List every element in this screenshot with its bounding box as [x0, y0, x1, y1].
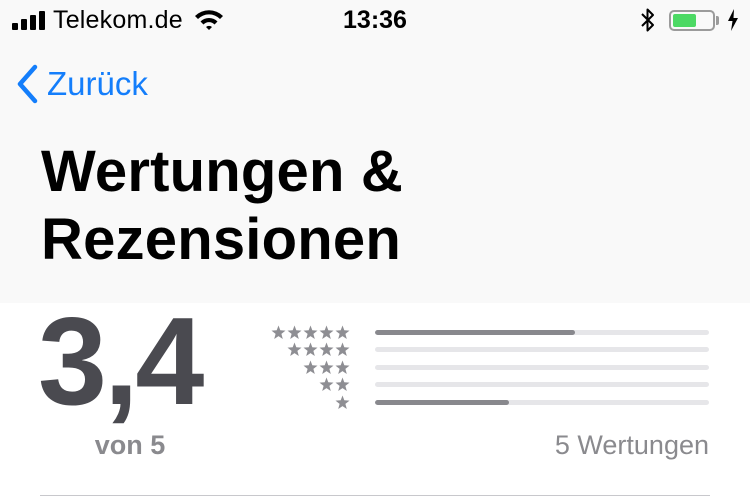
charging-icon	[728, 9, 738, 31]
star-row-2	[319, 377, 350, 393]
rating-bar-1	[375, 400, 709, 405]
star-icon	[287, 325, 302, 339]
star-icon	[303, 360, 318, 374]
back-button-label: Zurück	[47, 65, 148, 102]
star-icon	[303, 342, 318, 356]
star-icon	[319, 342, 334, 356]
battery-tip	[716, 16, 719, 25]
rating-scale-label: von 5	[94, 430, 166, 460]
average-rating: 3,4	[38, 293, 204, 431]
rating-bar-2	[375, 382, 709, 387]
star-icon	[303, 325, 318, 339]
star-row-4	[287, 342, 350, 358]
status-bar: Telekom.de 13:36	[0, 0, 750, 40]
ratings-count: 5 Wertungen	[554, 430, 709, 460]
star-row-5	[271, 325, 350, 341]
star-row-3	[303, 360, 350, 376]
star-icon	[335, 377, 350, 391]
star-icon	[319, 360, 334, 374]
star-icon	[335, 325, 350, 339]
rating-bar-5	[375, 330, 709, 335]
star-icon	[319, 377, 334, 391]
chevron-left-icon	[17, 64, 38, 104]
star-icon	[271, 325, 286, 339]
star-icon	[335, 342, 350, 356]
rating-bar-fill	[375, 330, 576, 335]
rating-bar-4	[375, 347, 709, 352]
star-row-1	[335, 395, 350, 411]
clock: 13:36	[343, 6, 407, 34]
divider	[40, 495, 710, 496]
battery-level	[673, 14, 696, 27]
back-button[interactable]: Zurück	[16, 62, 148, 106]
page-title: Wertungen & Rezensionen	[41, 139, 404, 272]
star-icon	[319, 325, 334, 339]
star-icon	[287, 342, 302, 356]
rating-bar-3	[375, 365, 709, 370]
star-icon	[335, 360, 350, 374]
battery-icon	[669, 10, 715, 31]
rating-bar-fill	[375, 400, 509, 405]
bluetooth-icon	[641, 8, 654, 32]
star-icon	[335, 395, 350, 409]
